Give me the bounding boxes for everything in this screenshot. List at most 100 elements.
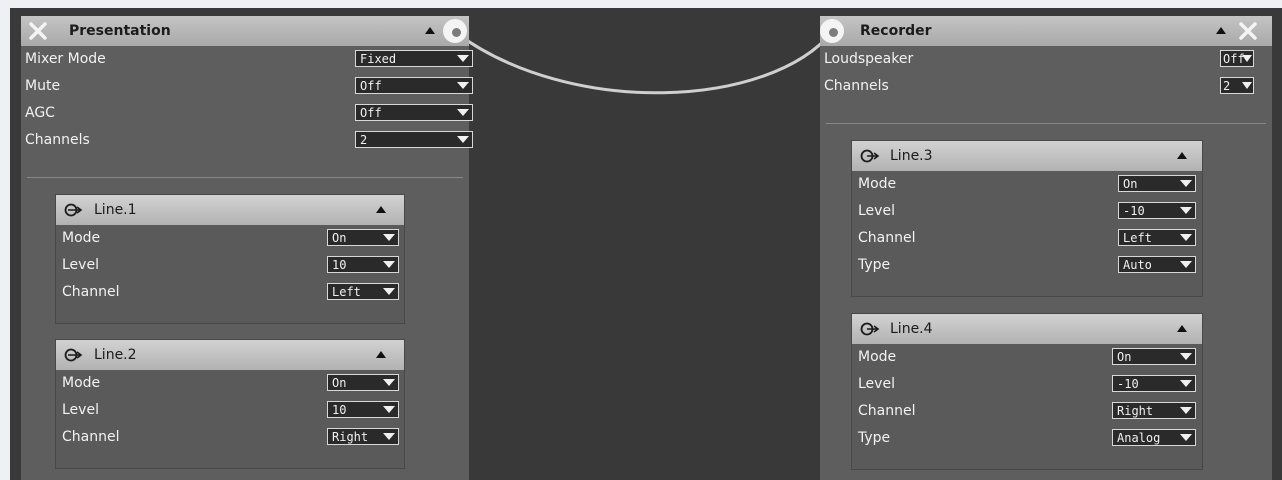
- line-2-header: Line.2: [56, 340, 404, 370]
- level-select[interactable]: -10: [1118, 202, 1196, 219]
- level-select[interactable]: 10: [327, 256, 399, 273]
- prop-type: Type Auto: [852, 252, 1202, 279]
- line-1-card: Line.1 Mode On Level 10 Channel Left: [55, 194, 405, 324]
- dropdown-arrow-icon: [1180, 261, 1192, 268]
- line-3-header: Line.3: [852, 141, 1202, 171]
- mode-select[interactable]: On: [1112, 348, 1196, 365]
- collapse-triangle-icon[interactable]: [1177, 152, 1187, 159]
- line-output-icon: [860, 149, 880, 163]
- collapse-triangle-icon[interactable]: [376, 206, 386, 213]
- prop-label: Channel: [62, 429, 120, 445]
- connector-port-icon[interactable]: [443, 19, 467, 43]
- select-value: Auto: [1123, 258, 1152, 272]
- prop-label: Mute: [25, 78, 61, 94]
- type-select[interactable]: Auto: [1118, 256, 1196, 273]
- mute-select[interactable]: Off: [355, 77, 473, 94]
- select-value: On: [1123, 177, 1138, 191]
- prop-label: Channel: [62, 284, 120, 300]
- dropdown-arrow-icon: [383, 433, 395, 440]
- close-icon[interactable]: [1237, 20, 1259, 42]
- line-title: Line.3: [890, 148, 933, 164]
- mode-select[interactable]: On: [1118, 175, 1196, 192]
- line-input-icon: [64, 203, 83, 217]
- prop-label: Channel: [858, 403, 916, 419]
- divider: [27, 177, 463, 178]
- collapse-triangle-icon[interactable]: [1177, 325, 1187, 332]
- prop-level: Level 10: [56, 397, 404, 424]
- presentation-module: Presentation Mixer Mode Fixed Mute Off A…: [21, 16, 473, 480]
- prop-mute: Mute Off: [21, 73, 473, 100]
- line-1-header: Line.1: [56, 195, 404, 225]
- line-2-card: Line.2 Mode On Level 10 Channel Right: [55, 339, 405, 469]
- channels-select[interactable]: 2: [355, 131, 473, 148]
- select-value: On: [332, 231, 347, 245]
- line-4-card: Line.4 Mode On Level -10 Channel Right T…: [851, 313, 1203, 470]
- dropdown-arrow-icon: [457, 136, 469, 143]
- select-value: On: [1117, 350, 1132, 364]
- channel-select[interactable]: Left: [327, 283, 399, 300]
- dropdown-arrow-icon: [383, 406, 395, 413]
- channels-select[interactable]: 2: [1220, 77, 1254, 94]
- dropdown-arrow-icon: [1180, 353, 1192, 360]
- collapse-triangle-icon[interactable]: [425, 27, 435, 34]
- prop-mode: Mode On: [56, 370, 404, 397]
- prop-level: Level -10: [852, 371, 1202, 398]
- prop-channel: Channel Right: [56, 424, 404, 451]
- dropdown-arrow-icon: [1180, 434, 1192, 441]
- dropdown-arrow-icon: [457, 82, 469, 89]
- prop-level: Level -10: [852, 198, 1202, 225]
- prop-channel: Channel Right: [852, 398, 1202, 425]
- close-icon[interactable]: [27, 20, 49, 42]
- line-3-card: Line.3 Mode On Level -10 Channel Left Ty…: [851, 140, 1203, 297]
- mode-select[interactable]: On: [327, 374, 399, 391]
- select-value: Right: [1117, 404, 1154, 418]
- select-value: -10: [1123, 204, 1145, 218]
- collapse-triangle-icon[interactable]: [1216, 27, 1226, 34]
- dropdown-arrow-icon: [383, 379, 395, 386]
- prop-label: Loudspeaker: [824, 51, 914, 67]
- collapse-triangle-icon[interactable]: [376, 351, 386, 358]
- dropdown-arrow-icon: [383, 288, 395, 295]
- mixer-mode-select[interactable]: Fixed: [355, 50, 473, 67]
- line-title: Line.2: [94, 347, 137, 363]
- divider: [826, 123, 1266, 124]
- channel-select[interactable]: Right: [1112, 402, 1196, 419]
- channel-select[interactable]: Right: [327, 428, 399, 445]
- mode-select[interactable]: On: [327, 229, 399, 246]
- wire-path: [454, 30, 834, 95]
- prop-type: Type Analog: [852, 425, 1202, 452]
- line-input-icon: [64, 348, 83, 362]
- select-value: Off: [360, 106, 382, 120]
- select-value: Left: [1123, 231, 1152, 245]
- select-value: 10: [332, 403, 347, 417]
- loudspeaker-select[interactable]: Off: [1220, 50, 1254, 67]
- prop-channels: Channels 2: [820, 73, 1272, 100]
- presentation-header: Presentation: [21, 16, 469, 46]
- dropdown-arrow-icon: [1180, 407, 1192, 414]
- dropdown-arrow-icon: [383, 234, 395, 241]
- recorder-module: Recorder Loudspeaker Off Channels 2 Line…: [820, 16, 1272, 480]
- prop-label: Level: [62, 402, 99, 418]
- select-value: 2: [1223, 79, 1231, 93]
- channel-select[interactable]: Left: [1118, 229, 1196, 246]
- dropdown-arrow-icon: [457, 109, 469, 116]
- prop-label: Type: [858, 257, 891, 273]
- line-title: Line.1: [94, 202, 137, 218]
- select-value: 10: [332, 258, 347, 272]
- prop-mixer-mode: Mixer Mode Fixed: [21, 46, 473, 73]
- dropdown-arrow-icon: [383, 261, 395, 268]
- level-select[interactable]: -10: [1112, 375, 1196, 392]
- prop-label: Level: [62, 257, 99, 273]
- select-value: Left: [332, 285, 361, 299]
- type-select[interactable]: Analog: [1112, 429, 1196, 446]
- prop-level: Level 10: [56, 252, 404, 279]
- select-value: Fixed: [360, 52, 397, 66]
- prop-label: Channels: [25, 132, 90, 148]
- dropdown-arrow-icon: [1180, 180, 1192, 187]
- level-select[interactable]: 10: [327, 401, 399, 418]
- connector-port-icon[interactable]: [820, 19, 844, 43]
- prop-label: Mode: [858, 176, 897, 192]
- prop-channels: Channels 2: [21, 127, 473, 154]
- agc-select[interactable]: Off: [355, 104, 473, 121]
- dropdown-arrow-icon: [457, 55, 469, 62]
